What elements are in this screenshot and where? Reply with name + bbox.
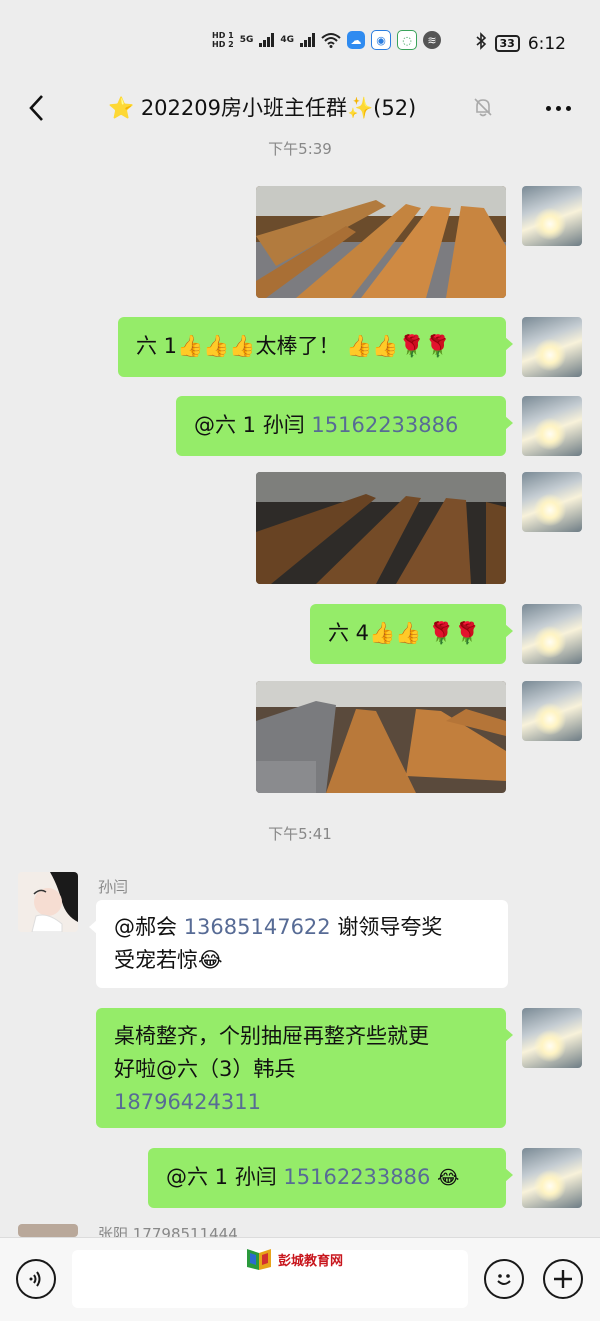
chevron-left-icon	[29, 95, 43, 121]
message-bubble-sent[interactable]: 桌椅整齐，个别抽屉再整齐些就更 好啦@六（3）韩兵 18796424311	[96, 1008, 513, 1128]
wifi-icon	[321, 30, 341, 50]
my-avatar[interactable]	[522, 186, 582, 246]
mention-text: @六 1 孙闫	[194, 413, 312, 437]
sender-name: 张阳 17798511444	[98, 1225, 238, 1237]
sender-avatar[interactable]	[18, 872, 78, 932]
phone-link[interactable]: 18796424311	[114, 1086, 488, 1119]
message-bubble-sent[interactable]: @六 1 孙闫 15162233886	[176, 396, 513, 456]
phone-link[interactable]: 13685147622	[184, 915, 331, 939]
status-icons-left: HD 1 HD 2 5G 4G ☁ ◉ ◌ ≋	[212, 30, 441, 50]
signal-bars-icon	[300, 33, 315, 47]
voice-icon	[29, 1271, 41, 1287]
mention-text: @郝会	[114, 915, 184, 939]
watermark-logo: 彭城教育网	[244, 1247, 343, 1271]
message-text: 谢领导夸奖	[330, 915, 443, 939]
message-bubble-sent[interactable]: @六 1 孙闫 15162233886 😂	[148, 1148, 513, 1208]
my-avatar[interactable]	[522, 396, 582, 456]
classroom-photo[interactable]	[256, 186, 506, 298]
more-options-button[interactable]	[540, 90, 576, 126]
my-avatar[interactable]	[522, 1148, 582, 1208]
laugh-emoji: 😂	[437, 1167, 460, 1189]
my-avatar[interactable]	[522, 472, 582, 532]
hd-indicator: HD 1 HD 2	[212, 31, 234, 49]
status-bar: HD 1 HD 2 5G 4G ☁ ◉ ◌ ≋ 33 6:12	[0, 0, 600, 88]
book-logo-icon	[247, 1249, 271, 1270]
message-bubble-sent[interactable]: 六 4👍👍 🌹🌹	[310, 604, 513, 664]
sender-name: 孙闫	[98, 878, 129, 896]
classroom-photo[interactable]	[256, 472, 506, 584]
my-avatar[interactable]	[522, 317, 582, 377]
phone-link[interactable]: 15162233886	[283, 1165, 430, 1189]
my-avatar[interactable]	[522, 1008, 582, 1068]
audio-app-icon: ≋	[423, 31, 441, 49]
mention-text: @六 1 孙闫	[166, 1165, 284, 1189]
status-icons-right: 33 6:12	[475, 32, 566, 55]
classroom-photo[interactable]	[256, 681, 506, 793]
timestamp: 下午5:39	[268, 140, 332, 158]
message-line: @郝会 13685147622 谢领导夸奖	[114, 911, 490, 944]
timestamp: 下午5:41	[268, 825, 332, 843]
mute-bell-icon	[472, 96, 494, 122]
bulb-app-icon: ◉	[371, 30, 391, 50]
sender-avatar[interactable]	[18, 1224, 78, 1237]
signal-bars-icon	[259, 33, 275, 47]
emoji-button[interactable]	[484, 1259, 524, 1299]
clock: 6:12	[527, 33, 566, 54]
my-avatar[interactable]	[522, 604, 582, 664]
signal-4g-label: 4G	[280, 35, 294, 45]
chat-app-icon: ◌	[397, 30, 417, 50]
message-text: 六 1👍👍👍太棒了！ 👍👍🌹🌹	[136, 334, 451, 358]
phone-link[interactable]: 15162233886	[311, 413, 458, 437]
group-title: ⭐ 202209房小班主任群✨(52)	[108, 96, 417, 120]
message-line: 好啦@六（3）韩兵	[114, 1057, 296, 1081]
chat-header: ⭐ 202209房小班主任群✨(52)	[0, 84, 600, 134]
plus-icon	[554, 1270, 572, 1288]
emoji-icon	[497, 1274, 511, 1285]
back-button[interactable]	[18, 90, 54, 126]
bluetooth-icon	[475, 32, 487, 55]
cloud-app-icon: ☁	[347, 31, 365, 49]
message-line: 桌椅整齐，个别抽屉再整齐些就更	[114, 1024, 429, 1048]
watermark-text: 彭城教育网	[278, 1253, 344, 1269]
message-bubble-received[interactable]: @郝会 13685147622 谢领导夸奖 受宠若惊😂	[89, 900, 508, 988]
voice-button[interactable]	[16, 1259, 56, 1299]
message-bubble-sent[interactable]: 六 1👍👍👍太棒了！ 👍👍🌹🌹	[118, 317, 513, 377]
plus-button[interactable]	[543, 1259, 583, 1299]
battery-indicator: 33	[494, 35, 520, 52]
signal-5g-label: 5G	[239, 35, 254, 45]
message-text: 六 4👍👍 🌹🌹	[328, 621, 481, 645]
message-line: 受宠若惊😂	[114, 948, 223, 972]
my-avatar[interactable]	[522, 681, 582, 741]
